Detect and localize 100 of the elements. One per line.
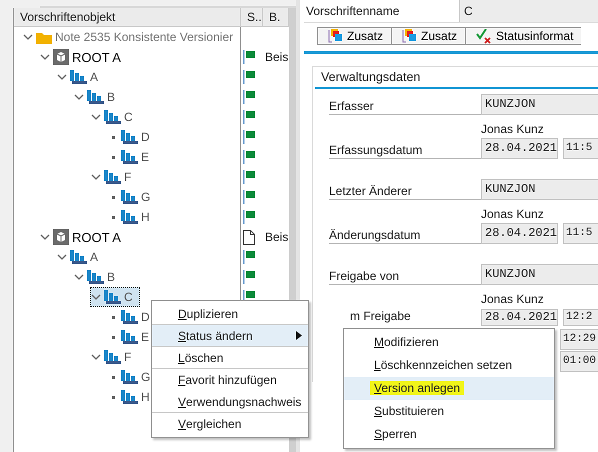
selected-tree-row[interactable]: C — [90, 287, 140, 307]
time-field[interactable]: 12:29: — [560, 329, 598, 350]
tree-node-label[interactable]: C — [124, 110, 133, 124]
document-icon — [243, 230, 255, 244]
user-name-text: Jonas Kunz — [481, 206, 545, 222]
tree-node-label[interactable]: A — [90, 250, 98, 264]
chevron-down-icon[interactable] — [74, 274, 84, 280]
chevron-down-icon[interactable] — [91, 294, 101, 300]
user-field[interactable]: KUNZJON — [481, 264, 598, 285]
tree-node-label[interactable]: Note 2535 Konsistente Versionier — [55, 30, 234, 44]
menu-item[interactable]: Duplizieren — [152, 303, 308, 325]
description-text: Beis — [265, 230, 288, 244]
tree-node-label[interactable]: H — [141, 210, 150, 224]
tree-node-label[interactable]: D — [141, 130, 150, 144]
tree-node-label[interactable]: E — [141, 150, 150, 164]
menu-item[interactable]: Verwendungsnachweis — [152, 391, 308, 413]
hierarchy-icon — [70, 250, 87, 264]
bullet-icon — [112, 316, 114, 318]
time-field[interactable]: 11:5 — [563, 138, 598, 159]
bullet-icon — [112, 156, 114, 158]
tab[interactable]: Zusatz — [317, 27, 392, 45]
hierarchy-icon — [104, 350, 121, 364]
menu-item[interactable]: Löschen — [152, 347, 308, 369]
hierarchy-icon — [121, 130, 138, 144]
tree-node-label[interactable]: ROOT A — [72, 50, 121, 64]
tree-node-label[interactable]: ROOT A — [72, 230, 121, 244]
date-field[interactable]: 28.04.2021 — [481, 309, 558, 326]
check-cross-icon — [476, 28, 492, 44]
menu-item[interactable]: Substituieren — [344, 400, 554, 423]
hierarchy-icon — [121, 190, 138, 204]
tab[interactable]: Zusatz — [391, 27, 466, 45]
flag-icon — [243, 270, 256, 284]
menu-item[interactable]: Modifizieren — [344, 331, 554, 354]
cube-icon — [53, 229, 69, 245]
chevron-down-icon[interactable] — [57, 74, 67, 80]
chevron-down-icon[interactable] — [40, 234, 50, 240]
menu-item[interactable]: Status ändern — [152, 325, 308, 347]
bullet-icon — [112, 376, 114, 378]
tree-node-label[interactable]: C — [124, 290, 133, 304]
user-field[interactable]: KUNZJON — [481, 94, 598, 115]
flag-icon — [243, 50, 256, 64]
hierarchy-icon — [121, 210, 138, 224]
folder-icon — [36, 30, 52, 44]
bullet-icon — [112, 136, 114, 138]
description-text: Beis — [265, 50, 288, 64]
time-field[interactable]: 01:00: — [560, 351, 598, 372]
menu-item[interactable]: Vergleichen — [152, 413, 308, 435]
hierarchy-icon — [121, 330, 138, 344]
tree-node-label[interactable]: F — [124, 170, 132, 184]
submenu-arrow-icon — [296, 331, 302, 340]
tree-node-label[interactable]: B — [107, 270, 116, 284]
squares-icon — [328, 29, 343, 43]
hierarchy-icon — [70, 70, 87, 84]
chevron-down-icon[interactable] — [91, 354, 101, 360]
flag-icon — [243, 90, 256, 104]
time-field[interactable]: 12:2 — [563, 309, 598, 326]
flag-icon — [243, 150, 256, 164]
menu-item[interactable]: Version anlegen — [344, 377, 554, 400]
user-name-text: Jonas Kunz — [481, 121, 545, 137]
tree-node-label[interactable]: G — [141, 370, 150, 384]
chevron-down-icon[interactable] — [74, 94, 84, 100]
hierarchy-icon — [121, 390, 138, 404]
column-header[interactable]: S.. — [241, 8, 263, 26]
time-field[interactable]: 11:5 — [563, 223, 598, 244]
menu-item[interactable]: Sperren — [344, 423, 554, 446]
menu-item[interactable]: Favorit hinzufügen — [152, 369, 308, 391]
name-field[interactable]: C — [459, 0, 598, 22]
chevron-down-icon[interactable] — [57, 254, 67, 260]
bullet-icon — [112, 336, 114, 338]
hierarchy-icon — [121, 150, 138, 164]
flag-icon — [243, 190, 256, 204]
tab[interactable]: Statusinformat — [465, 27, 582, 45]
tree-node-label[interactable]: D — [141, 310, 150, 324]
squares-icon — [402, 29, 418, 43]
column-header[interactable]: Vorschriftenobjekt — [14, 8, 241, 26]
menu-item[interactable]: Löschkennzeichen setzen — [344, 354, 554, 377]
flag-icon — [243, 210, 256, 224]
tree-node-label[interactable]: F — [124, 350, 132, 364]
tree-node-label[interactable]: H — [141, 390, 150, 404]
chevron-down-icon[interactable] — [91, 114, 101, 120]
user-name-text: Jonas Kunz — [481, 291, 545, 307]
date-field[interactable]: 28.04.2021 — [481, 223, 558, 244]
bullet-icon — [112, 396, 114, 398]
flag-icon — [243, 70, 256, 84]
cube-icon — [53, 49, 69, 65]
bullet-icon — [112, 216, 114, 218]
hierarchy-icon — [87, 270, 104, 284]
chevron-down-icon[interactable] — [91, 174, 101, 180]
flag-icon — [243, 110, 256, 124]
chevron-down-icon[interactable] — [40, 54, 50, 60]
user-field[interactable]: KUNZJON — [481, 179, 598, 200]
tree-node-label[interactable]: A — [90, 70, 98, 84]
date-field[interactable]: 28.04.2021 — [481, 138, 558, 159]
tree-node-label[interactable]: E — [141, 330, 150, 344]
tree-node-label[interactable]: B — [107, 90, 116, 104]
chevron-down-icon[interactable] — [23, 34, 33, 40]
tree-node-label[interactable]: G — [141, 190, 150, 204]
flag-icon — [243, 170, 256, 184]
hierarchy-icon — [104, 110, 121, 124]
flag-icon — [243, 250, 256, 264]
